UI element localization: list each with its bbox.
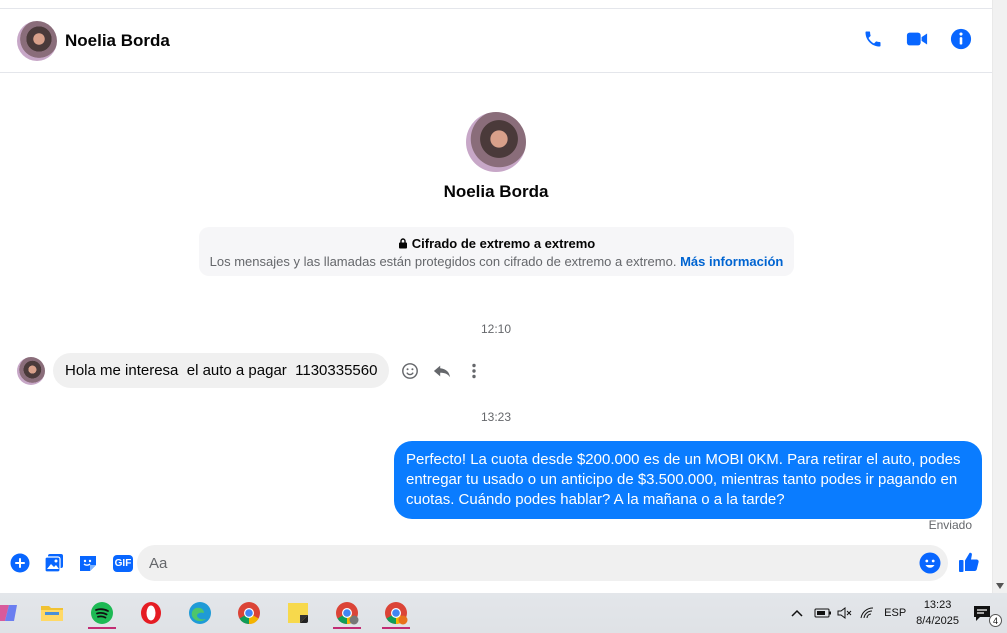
more-info-link[interactable]: Más información <box>680 254 783 269</box>
contact-name[interactable]: Noelia Borda <box>65 31 170 51</box>
message-input[interactable]: Aa <box>137 545 948 581</box>
contact-avatar[interactable] <box>17 20 57 61</box>
message-status: Enviado <box>928 518 972 532</box>
reply-icon[interactable] <box>431 360 453 382</box>
battery-icon[interactable] <box>812 602 834 624</box>
opera-icon[interactable] <box>133 597 169 629</box>
sender-avatar[interactable] <box>17 356 45 385</box>
notification-count-badge: 4 <box>989 614 1002 627</box>
message-timestamp: 13:23 <box>480 410 512 424</box>
composer-actions: GIF <box>9 552 135 574</box>
gif-icon[interactable]: GIF <box>111 552 135 574</box>
message-composer: GIF Aa <box>0 541 992 585</box>
info-icon[interactable] <box>950 28 972 50</box>
plus-icon[interactable] <box>9 552 31 574</box>
chrome-profile-icon[interactable] <box>329 597 365 629</box>
clock[interactable]: 13:23 8/4/2025 <box>916 597 959 629</box>
encryption-notice: Cifrado de extremo a extremo Los mensaje… <box>199 227 794 276</box>
clock-time: 13:23 <box>923 599 952 611</box>
sticker-icon[interactable] <box>77 552 99 574</box>
clock-date: 8/4/2025 <box>916 615 959 627</box>
file-explorer-icon[interactable] <box>34 597 70 629</box>
chrome-icon[interactable] <box>231 597 267 629</box>
more-options-icon[interactable] <box>463 360 485 382</box>
encryption-description-text: Los mensajes y las llamadas están proteg… <box>209 254 677 269</box>
scroll-down-arrow-icon[interactable] <box>996 583 1004 589</box>
windows-taskbar: ESP 13:23 8/4/2025 4 <box>0 593 1007 633</box>
thumbs-up-icon[interactable] <box>958 551 980 573</box>
outgoing-message[interactable]: Perfecto! La cuota desde $200.000 es de … <box>394 441 982 519</box>
wifi-icon[interactable] <box>856 602 878 624</box>
encryption-description: Los mensajes y las llamadas están proteg… <box>199 254 794 269</box>
emoji-icon[interactable] <box>919 552 941 574</box>
video-icon[interactable] <box>906 28 928 50</box>
scrollbar[interactable] <box>992 0 1007 593</box>
messenger-window: Noelia Borda Noelia Borda Cifrado de ext… <box>0 0 1007 593</box>
edge-icon[interactable] <box>182 597 218 629</box>
volume-muted-icon[interactable] <box>834 602 856 624</box>
lock-icon <box>398 238 407 249</box>
chat-header: Noelia Borda <box>0 9 992 73</box>
profile-avatar[interactable] <box>466 112 526 172</box>
contact-profile: Noelia Borda <box>0 112 992 202</box>
message-input-placeholder: Aa <box>149 554 168 572</box>
phone-icon[interactable] <box>862 28 884 50</box>
language-indicator[interactable]: ESP <box>884 607 906 619</box>
notifications-icon[interactable]: 4 <box>971 602 1002 627</box>
message-timestamp: 12:10 <box>480 322 512 336</box>
chrome-profile-icon[interactable] <box>378 597 414 629</box>
header-actions <box>862 28 972 50</box>
incoming-message-row: Hola me interesa el auto a pagar 1130335… <box>17 353 485 388</box>
sticky-notes-icon[interactable] <box>280 597 316 629</box>
encryption-title: Cifrado de extremo a extremo <box>199 236 794 251</box>
message-actions <box>399 360 485 382</box>
gif-label: GIF <box>112 554 134 572</box>
encryption-title-text: Cifrado de extremo a extremo <box>411 236 596 251</box>
react-icon[interactable] <box>399 360 421 382</box>
spotify-icon[interactable] <box>84 597 120 629</box>
chevron-up-icon[interactable] <box>786 602 808 624</box>
system-tray: ESP 13:23 8/4/2025 4 <box>786 593 1007 633</box>
incoming-message[interactable]: Hola me interesa el auto a pagar 1130335… <box>53 353 390 388</box>
copilot-icon[interactable] <box>0 597 26 629</box>
photo-icon[interactable] <box>43 552 65 574</box>
profile-name: Noelia Borda <box>443 182 549 201</box>
